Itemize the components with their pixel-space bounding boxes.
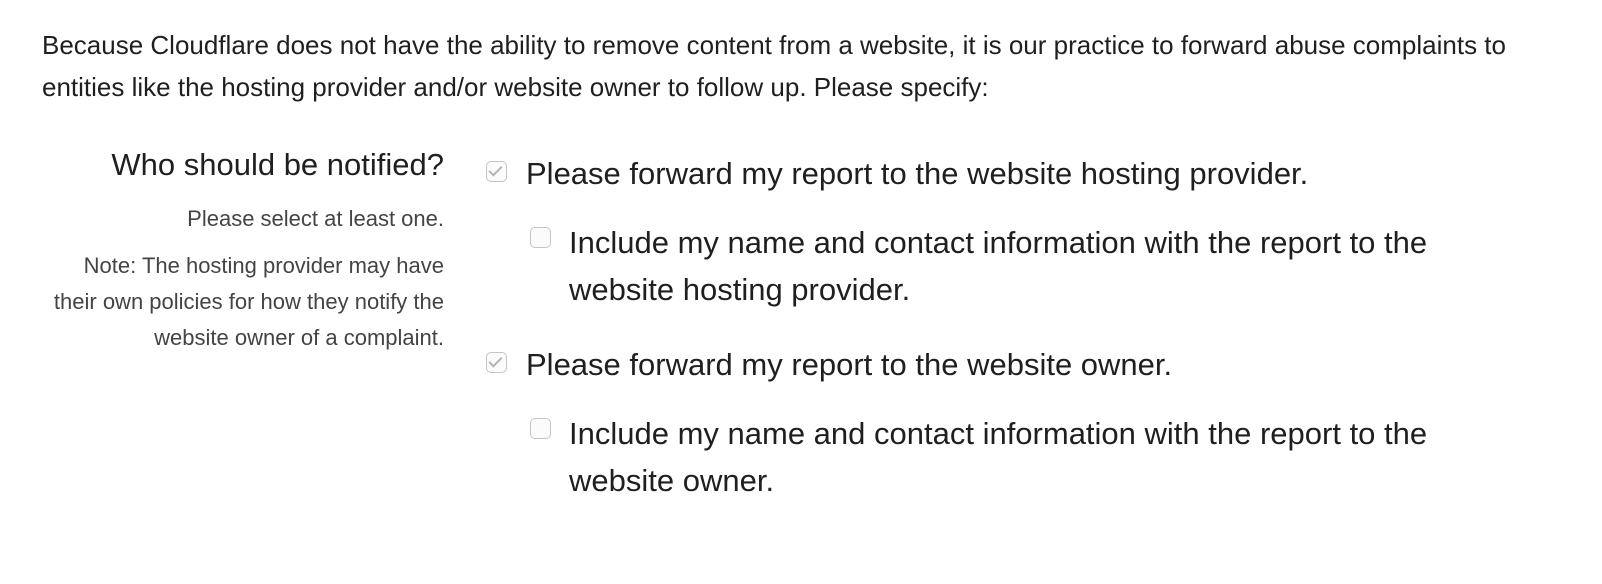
forward-to-hosting-provider-label[interactable]: Please forward my report to the website …	[526, 150, 1308, 197]
forward-to-website-owner-option[interactable]: Please forward my report to the website …	[486, 341, 1566, 388]
intro-text: Because Cloudflare does not have the abi…	[42, 30, 1506, 102]
include-contact-hosting-provider-label[interactable]: Include my name and contact information …	[569, 219, 1489, 313]
forward-to-hosting-provider-checkbox[interactable]	[486, 161, 507, 182]
include-contact-hosting-provider-checkbox[interactable]	[530, 227, 551, 248]
include-contact-website-owner-checkbox[interactable]	[530, 418, 551, 439]
forward-to-website-owner-label[interactable]: Please forward my report to the website …	[526, 341, 1172, 388]
hosting-provider-note: Note: The hosting provider may have thei…	[53, 253, 444, 350]
notify-heading: Who should be notified?	[111, 147, 444, 182]
notify-options: Please forward my report to the website …	[486, 150, 1566, 504]
include-contact-website-owner-option[interactable]: Include my name and contact information …	[530, 410, 1566, 504]
forward-to-hosting-provider-option[interactable]: Please forward my report to the website …	[486, 150, 1566, 197]
include-contact-hosting-provider-option[interactable]: Include my name and contact information …	[530, 219, 1566, 313]
include-contact-website-owner-label[interactable]: Include my name and contact information …	[569, 410, 1489, 504]
select-hint: Please select at least one.	[187, 206, 444, 231]
forward-to-website-owner-checkbox[interactable]	[486, 352, 507, 373]
notify-section-description: Who should be notified? Please select at…	[40, 142, 444, 356]
